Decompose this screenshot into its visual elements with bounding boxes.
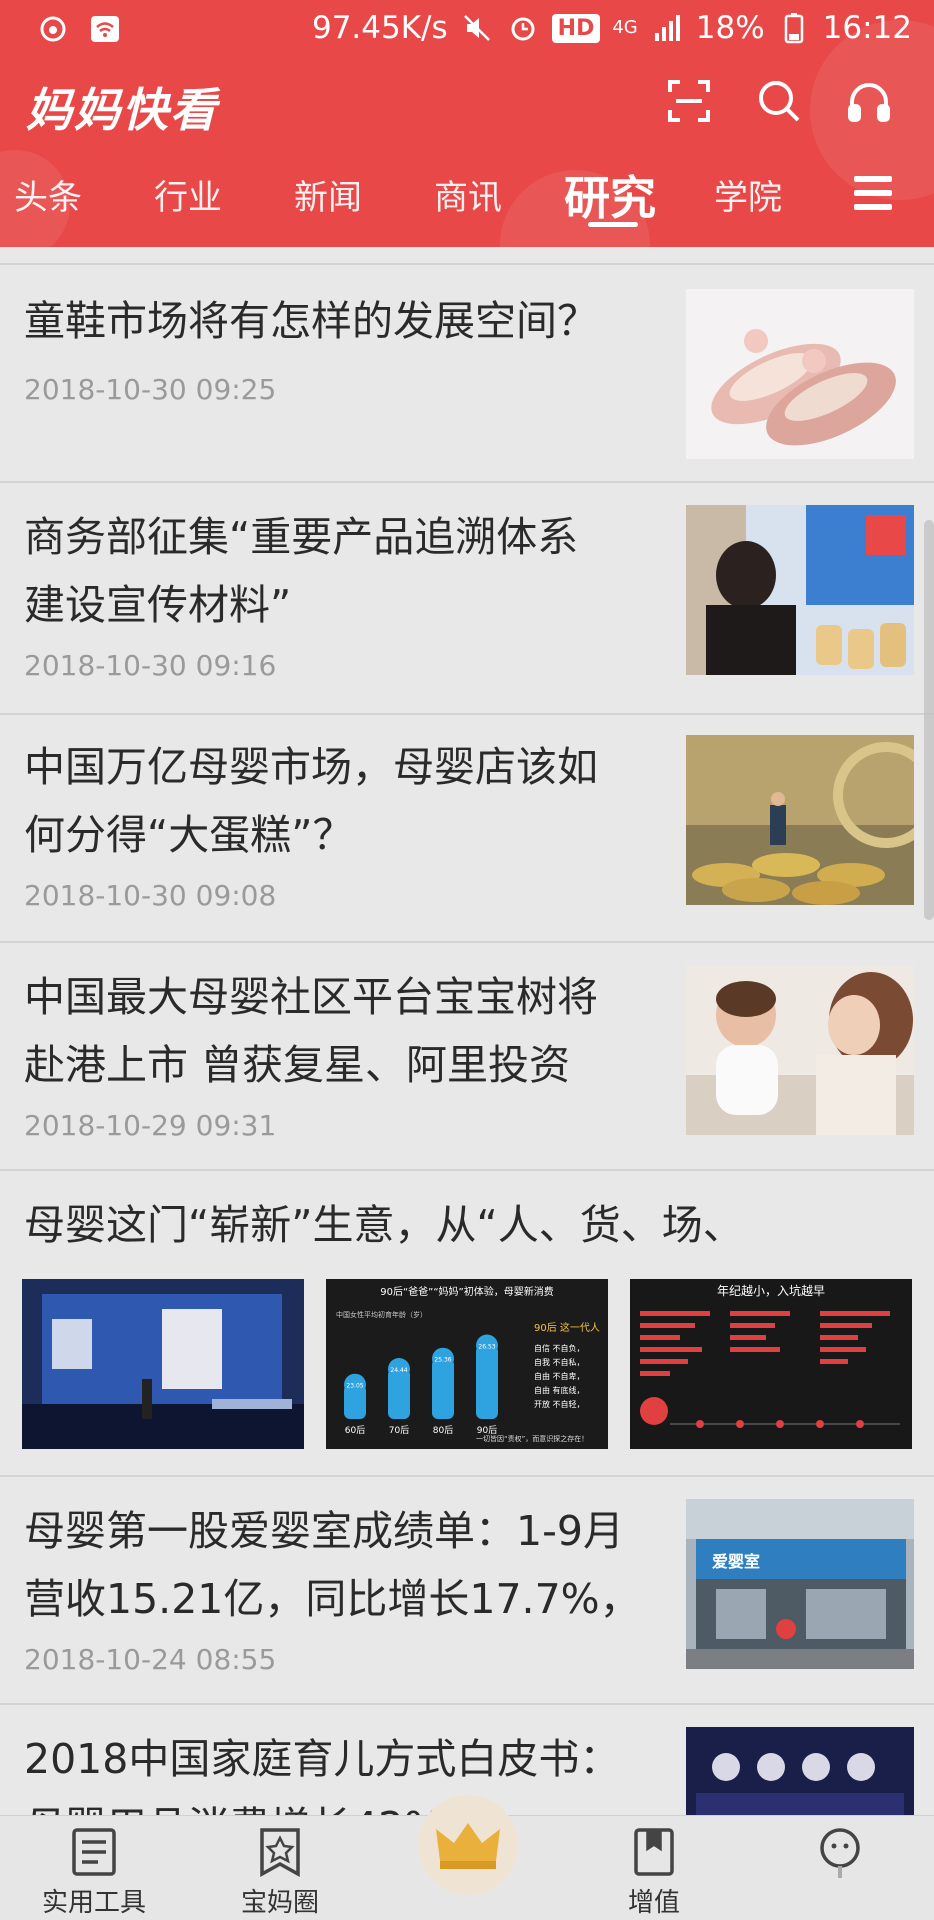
chart-bar [476, 1345, 498, 1419]
chart-side-line: 自由 有底线， [534, 1385, 585, 1395]
stats-caption: 年纪越小，入坑越早 [717, 1283, 825, 1298]
crown-button[interactable] [418, 1795, 518, 1895]
menu-icon[interactable] [852, 172, 894, 214]
news-date: 2018-10-24 08:55 [24, 1643, 277, 1676]
news-title-line: 2018中国家庭育儿方式白皮书： [24, 1735, 621, 1783]
woman-phone-image [686, 505, 914, 675]
conference-image [686, 1727, 914, 1817]
clock: 16:12 [822, 10, 912, 46]
book-icon [66, 1824, 122, 1880]
news-title-line: 建设宣传材料” [24, 581, 292, 629]
scan-icon[interactable] [664, 76, 714, 126]
active-tab-indicator [588, 222, 638, 227]
chart-side-line: 开放 不自轻， [534, 1399, 585, 1409]
news-date: 2018-10-30 09:08 [24, 879, 277, 912]
news-title-line: 营收15.21亿，同比增长17.7%， [24, 1575, 641, 1623]
wifi-icon [88, 12, 122, 46]
store-sign: 爱婴室 [712, 1552, 760, 1571]
alarm-icon [506, 11, 540, 45]
chart-bar-label: 26.53 [478, 1344, 495, 1351]
nav-tools[interactable]: 实用工具 [14, 1816, 174, 1920]
nav-assistant[interactable] [760, 1816, 920, 1920]
network-speed: 97.45K/s [311, 10, 448, 46]
nav-moms-circle[interactable]: 宝妈圈 [200, 1816, 360, 1920]
tab-industry[interactable]: 行业 [154, 170, 222, 219]
chart-category-label: 70后 [389, 1425, 409, 1436]
news-date: 2018-10-30 09:25 [24, 373, 277, 406]
chart-footer: 一切皆因“责权”，而意识探之存在！ [476, 1434, 588, 1443]
chart-side-line: 自我 不自私， [534, 1357, 585, 1367]
hd-badge: HD [551, 13, 601, 43]
chart-category-label: 80后 [433, 1425, 453, 1436]
chart-bar-label: 24.44 [390, 1367, 407, 1374]
signal-type: 4G [612, 17, 638, 38]
header: 97.45K/s HD 4G 18% 16:12 妈妈快看 头条 行业 新闻 商… [0, 0, 934, 247]
nav-label: 宝妈圈 [240, 1888, 319, 1918]
user-stats-image: 年纪越小，入坑越早 [630, 1279, 912, 1449]
coins-image [686, 735, 914, 905]
news-date: 2018-10-29 09:31 [24, 1109, 277, 1142]
store-image: 爱婴室 [686, 1499, 914, 1669]
headphones-icon[interactable] [844, 76, 894, 126]
scrollbar[interactable] [924, 520, 934, 920]
news-title-line: 母婴第一股爱婴室成绩单：1-9月 [24, 1507, 624, 1555]
nav-label: 增值 [627, 1888, 680, 1918]
app-bar: 妈妈快看 [0, 68, 934, 138]
category-tabs: 头条 行业 新闻 商讯 研究 学院 [0, 160, 934, 230]
chart-side-line: 自信 不自负， [534, 1343, 585, 1353]
news-title-line: 何分得“大蛋糕”？ [24, 811, 354, 859]
tab-business[interactable]: 商讯 [434, 170, 502, 219]
weibo-icon [36, 12, 70, 46]
chart-caption: 90后“爸爸”“妈妈”初体验，母婴新消费 [380, 1285, 553, 1298]
age-chart-image: 90后“爸爸”“妈妈”初体验，母婴新消费 中国女性平均初育年龄（岁） 23.05… [326, 1279, 608, 1449]
tab-academy[interactable]: 学院 [714, 170, 782, 219]
stage-event-image [22, 1279, 304, 1449]
tab-news[interactable]: 新闻 [294, 170, 362, 219]
news-date: 2018-10-30 09:16 [24, 649, 277, 682]
signal-icon [650, 11, 684, 45]
search-icon[interactable] [754, 76, 804, 126]
crown-icon [436, 1823, 500, 1869]
bookmark-icon [626, 1824, 682, 1880]
news-title-line: 中国最大母婴社区平台宝宝树将 [24, 973, 598, 1021]
app-title: 妈妈快看 [26, 83, 218, 137]
tab-headlines[interactable]: 头条 [14, 170, 82, 219]
nav-label: 实用工具 [41, 1888, 146, 1918]
pink-shoes-image [686, 289, 914, 459]
chart-subcaption: 中国女性平均初育年龄（岁） [336, 1310, 427, 1319]
chart-side-title: 90后 这一代人 [534, 1321, 600, 1334]
chart-category-label: 60后 [345, 1425, 365, 1436]
chart-bar-label: 25.36 [434, 1357, 451, 1364]
news-title-line: 商务部征集“重要产品追溯体系 [24, 513, 579, 561]
robot-icon [812, 1824, 868, 1880]
chart-side-lines: 自信 不自负， 自我 不自私， 自由 不自卑， 自由 有底线， 开放 不自轻， [534, 1343, 585, 1409]
news-title: 童鞋市场将有怎样的发展空间？ [24, 297, 598, 345]
tab-research[interactable]: 研究 [564, 162, 656, 228]
battery-icon [777, 11, 811, 45]
nav-premium[interactable]: 增值 [574, 1816, 734, 1920]
chart-side-line: 自由 不自卑， [534, 1371, 585, 1381]
news-title-line: 中国万亿母婴市场，母婴店该如 [24, 743, 598, 791]
star-bookmark-icon [252, 1824, 308, 1880]
battery-percent: 18% [695, 10, 765, 46]
chart-bar-label: 23.05 [346, 1383, 363, 1390]
news-title-line: 赴港上市 曾获复星、阿里投资 [24, 1041, 571, 1089]
status-bar: 97.45K/s HD 4G 18% 16:12 [0, 0, 934, 58]
mother-baby-image [686, 965, 914, 1135]
news-title: 母婴这门“崭新”生意，从“人、货、场、 [24, 1201, 744, 1249]
mute-icon [460, 11, 494, 45]
